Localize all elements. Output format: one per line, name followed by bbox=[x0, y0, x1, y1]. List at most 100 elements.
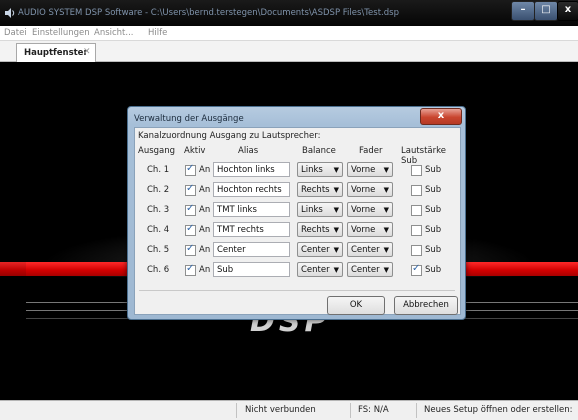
checkmark-icon: ✓ bbox=[186, 183, 195, 194]
sub-checkbox[interactable] bbox=[411, 185, 422, 196]
active-label: An bbox=[199, 205, 211, 215]
fader-value: Vorne bbox=[351, 225, 376, 235]
tab-label: Hauptfenster bbox=[24, 48, 88, 58]
active-checkbox[interactable]: ✓ bbox=[185, 243, 196, 256]
alias-input[interactable]: TMT rechts bbox=[213, 222, 290, 237]
channel-label: Ch. 2 bbox=[147, 185, 170, 195]
dropdown-arrow-icon: ▼ bbox=[383, 166, 389, 174]
active-checkbox[interactable]: ✓ bbox=[185, 163, 196, 176]
alias-input[interactable]: TMT links bbox=[213, 202, 290, 217]
sub-label: Sub bbox=[425, 225, 442, 235]
alias-input[interactable]: Hochton links bbox=[213, 162, 290, 177]
active-checkbox[interactable]: ✓ bbox=[185, 223, 196, 236]
channel-label: Ch. 4 bbox=[147, 225, 170, 235]
balance-value: Center bbox=[301, 265, 330, 275]
balance-value: Center bbox=[301, 245, 330, 255]
alias-input[interactable]: Sub bbox=[213, 262, 290, 277]
status-connection: Nicht verbunden bbox=[245, 405, 316, 415]
status-divider bbox=[236, 403, 237, 418]
fader-value: Center bbox=[351, 265, 380, 275]
balance-select[interactable]: Links ▼ bbox=[297, 162, 343, 177]
status-hint: Neues Setup öffnen oder erstellen: bbox=[424, 405, 573, 415]
fader-value: Center bbox=[351, 245, 380, 255]
dropdown-arrow-icon: ▼ bbox=[333, 206, 339, 214]
balance-value: Rechts bbox=[301, 225, 330, 235]
tab-hauptfenster[interactable]: Hauptfenster ✕ bbox=[16, 43, 96, 62]
header-ausgang: Ausgang bbox=[138, 146, 176, 156]
alias-input[interactable]: Center bbox=[213, 242, 290, 257]
dialog-separator bbox=[139, 290, 455, 291]
checkmark-icon: ✓ bbox=[186, 203, 195, 214]
sub-checkbox[interactable]: ✓ bbox=[411, 263, 422, 276]
menu-datei[interactable]: Datei bbox=[4, 28, 27, 38]
status-bar: Nicht verbunden FS: N/A Neues Setup öffn… bbox=[0, 400, 578, 420]
header-alias: Alias bbox=[238, 146, 259, 156]
fader-value: Vorne bbox=[351, 165, 376, 175]
sub-checkbox[interactable] bbox=[411, 165, 422, 176]
menu-ansicht[interactable]: Ansicht... bbox=[94, 28, 134, 38]
active-label: An bbox=[199, 185, 211, 195]
fader-select[interactable]: Vorne ▼ bbox=[347, 202, 393, 217]
balance-value: Links bbox=[301, 205, 323, 215]
minimize-button[interactable]: – bbox=[511, 1, 535, 21]
fader-select[interactable]: Vorne ▼ bbox=[347, 162, 393, 177]
menu-bar: Datei Einstellungen Ansicht... Hilfe bbox=[0, 26, 578, 41]
dropdown-arrow-icon: ▼ bbox=[333, 186, 339, 194]
app-speaker-icon bbox=[5, 8, 15, 18]
menu-hilfe[interactable]: Hilfe bbox=[148, 28, 167, 38]
window-title: AUDIO SYSTEM DSP Software - C:\Users\ber… bbox=[18, 8, 399, 18]
menu-einstellungen[interactable]: Einstellungen bbox=[32, 28, 90, 38]
dialog-title: Verwaltung der Ausgänge bbox=[134, 114, 244, 124]
balance-select[interactable]: Center ▼ bbox=[297, 262, 343, 277]
active-label: An bbox=[199, 245, 211, 255]
channel-label: Ch. 3 bbox=[147, 205, 170, 215]
fader-select[interactable]: Vorne ▼ bbox=[347, 182, 393, 197]
close-window-button[interactable]: x bbox=[557, 1, 578, 21]
balance-select[interactable]: Rechts ▼ bbox=[297, 182, 343, 197]
alias-input[interactable]: Hochton rechts bbox=[213, 182, 290, 197]
balance-value: Links bbox=[301, 165, 323, 175]
active-label: An bbox=[199, 225, 211, 235]
balance-select[interactable]: Center ▼ bbox=[297, 242, 343, 257]
active-label: An bbox=[199, 165, 211, 175]
sub-checkbox[interactable] bbox=[411, 225, 422, 236]
checkmark-icon: ✓ bbox=[186, 243, 195, 254]
balance-value: Rechts bbox=[301, 185, 330, 195]
title-bar: AUDIO SYSTEM DSP Software - C:\Users\ber… bbox=[0, 0, 578, 26]
dialog-close-button[interactable]: x bbox=[420, 108, 462, 125]
dropdown-arrow-icon: ▼ bbox=[383, 206, 389, 214]
sub-label: Sub bbox=[425, 165, 442, 175]
status-divider bbox=[350, 403, 351, 418]
active-checkbox[interactable]: ✓ bbox=[185, 183, 196, 196]
dropdown-arrow-icon: ▼ bbox=[383, 246, 389, 254]
dropdown-arrow-icon: ▼ bbox=[333, 226, 339, 234]
sub-checkbox[interactable] bbox=[411, 205, 422, 216]
sub-label: Sub bbox=[425, 205, 442, 215]
checkmark-icon: ✓ bbox=[186, 163, 195, 174]
fader-select[interactable]: Center ▼ bbox=[347, 242, 393, 257]
sub-label: Sub bbox=[425, 245, 442, 255]
sub-label: Sub bbox=[425, 185, 442, 195]
maximize-button[interactable]: □ bbox=[534, 1, 558, 21]
dropdown-arrow-icon: ▼ bbox=[383, 266, 389, 274]
fader-value: Vorne bbox=[351, 185, 376, 195]
tab-strip: Hauptfenster ✕ bbox=[0, 41, 578, 62]
tab-close-icon[interactable]: ✕ bbox=[83, 47, 91, 57]
status-divider bbox=[416, 403, 417, 418]
ok-button[interactable]: OK bbox=[327, 296, 385, 315]
sub-checkbox[interactable] bbox=[411, 245, 422, 256]
active-checkbox[interactable]: ✓ bbox=[185, 203, 196, 216]
fader-select[interactable]: Center ▼ bbox=[347, 262, 393, 277]
header-fader: Fader bbox=[359, 146, 383, 156]
fader-select[interactable]: Vorne ▼ bbox=[347, 222, 393, 237]
balance-select[interactable]: Rechts ▼ bbox=[297, 222, 343, 237]
checkmark-icon: ✓ bbox=[412, 263, 421, 274]
balance-select[interactable]: Links ▼ bbox=[297, 202, 343, 217]
active-checkbox[interactable]: ✓ bbox=[185, 263, 196, 276]
cancel-button[interactable]: Abbrechen bbox=[394, 296, 458, 315]
dropdown-arrow-icon: ▼ bbox=[333, 246, 339, 254]
header-lautstaerke-sub: Lautstärke Sub bbox=[401, 146, 446, 166]
checkmark-icon: ✓ bbox=[186, 263, 195, 274]
dropdown-arrow-icon: ▼ bbox=[333, 166, 339, 174]
dropdown-arrow-icon: ▼ bbox=[383, 186, 389, 194]
